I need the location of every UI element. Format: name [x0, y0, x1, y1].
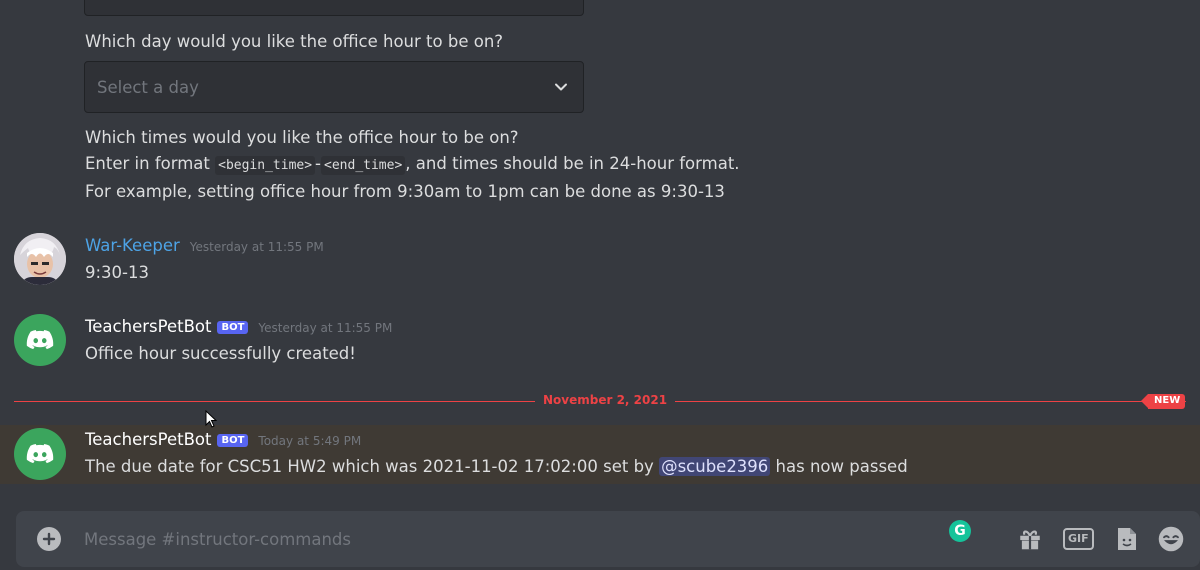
format-code-begin: <begin_time>	[215, 156, 316, 175]
mouse-cursor-icon	[205, 410, 217, 428]
message-content: The due date for CSC51 HW2 which was 202…	[85, 457, 908, 476]
time-question: Which times would you like the office ho…	[85, 128, 519, 147]
sticker-button[interactable]	[1115, 525, 1139, 553]
username[interactable]: TeachersPetBot	[85, 317, 211, 336]
message-text-before: The due date for CSC51 HW2 which was 202…	[85, 457, 660, 476]
plus-icon	[42, 532, 56, 546]
bot-badge: BOT	[217, 434, 249, 447]
format-code-end: <end_time>	[321, 156, 406, 175]
message-text-after: has now passed	[770, 457, 908, 476]
previous-select-box[interactable]	[84, 0, 584, 16]
message-header: War-Keeper Yesterday at 11:55 PM	[85, 236, 324, 255]
timestamp[interactable]: Yesterday at 11:55 PM	[258, 321, 392, 335]
day-question: Which day would you like the office hour…	[85, 32, 504, 51]
message-composer: G GIF	[16, 511, 1200, 567]
emoji-icon	[1158, 526, 1184, 552]
discord-logo-icon	[26, 444, 54, 464]
message-content: 9:30-13	[85, 263, 150, 282]
message-header: TeachersPetBot BOT Today at 5:49 PM	[85, 430, 361, 449]
new-badge: NEW	[1140, 394, 1186, 409]
day-select-placeholder: Select a day	[97, 77, 199, 97]
format-instructions: Enter in format <begin_time> - <end_time>,…	[85, 154, 740, 175]
grammarly-button[interactable]: G	[949, 520, 971, 542]
format-suffix: , and times should be in 24-hour format.	[405, 154, 740, 173]
discord-logo-icon	[26, 330, 54, 350]
gif-button[interactable]: GIF	[1063, 525, 1094, 553]
chevron-down-icon	[555, 83, 567, 91]
avatar[interactable]	[14, 428, 66, 480]
grammarly-icon: G	[954, 523, 966, 539]
bot-badge: BOT	[217, 321, 249, 334]
timestamp[interactable]: Yesterday at 11:55 PM	[190, 240, 324, 254]
emoji-button[interactable]	[1157, 525, 1185, 553]
gif-icon: GIF	[1063, 528, 1094, 550]
username[interactable]: TeachersPetBot	[85, 430, 211, 449]
example-line: For example, setting office hour from 9:…	[85, 182, 725, 201]
sticker-icon	[1118, 528, 1136, 550]
divider-date: November 2, 2021	[535, 393, 676, 407]
user-avatar-image	[14, 233, 66, 285]
timestamp[interactable]: Today at 5:49 PM	[258, 434, 361, 448]
username[interactable]: War-Keeper	[85, 236, 180, 255]
user-mention[interactable]: @scube2396	[659, 457, 771, 476]
gift-icon	[1020, 530, 1040, 550]
message-header: TeachersPetBot BOT Yesterday at 11:55 PM	[85, 317, 392, 336]
gift-button[interactable]	[1017, 525, 1043, 553]
avatar[interactable]	[14, 314, 66, 366]
message-input[interactable]	[84, 526, 804, 552]
avatar[interactable]	[14, 233, 66, 285]
message-content: Office hour successfully created!	[85, 344, 356, 363]
day-select[interactable]: Select a day	[84, 61, 584, 113]
format-prefix: Enter in format	[85, 154, 216, 173]
add-attachment-button[interactable]	[37, 527, 61, 551]
